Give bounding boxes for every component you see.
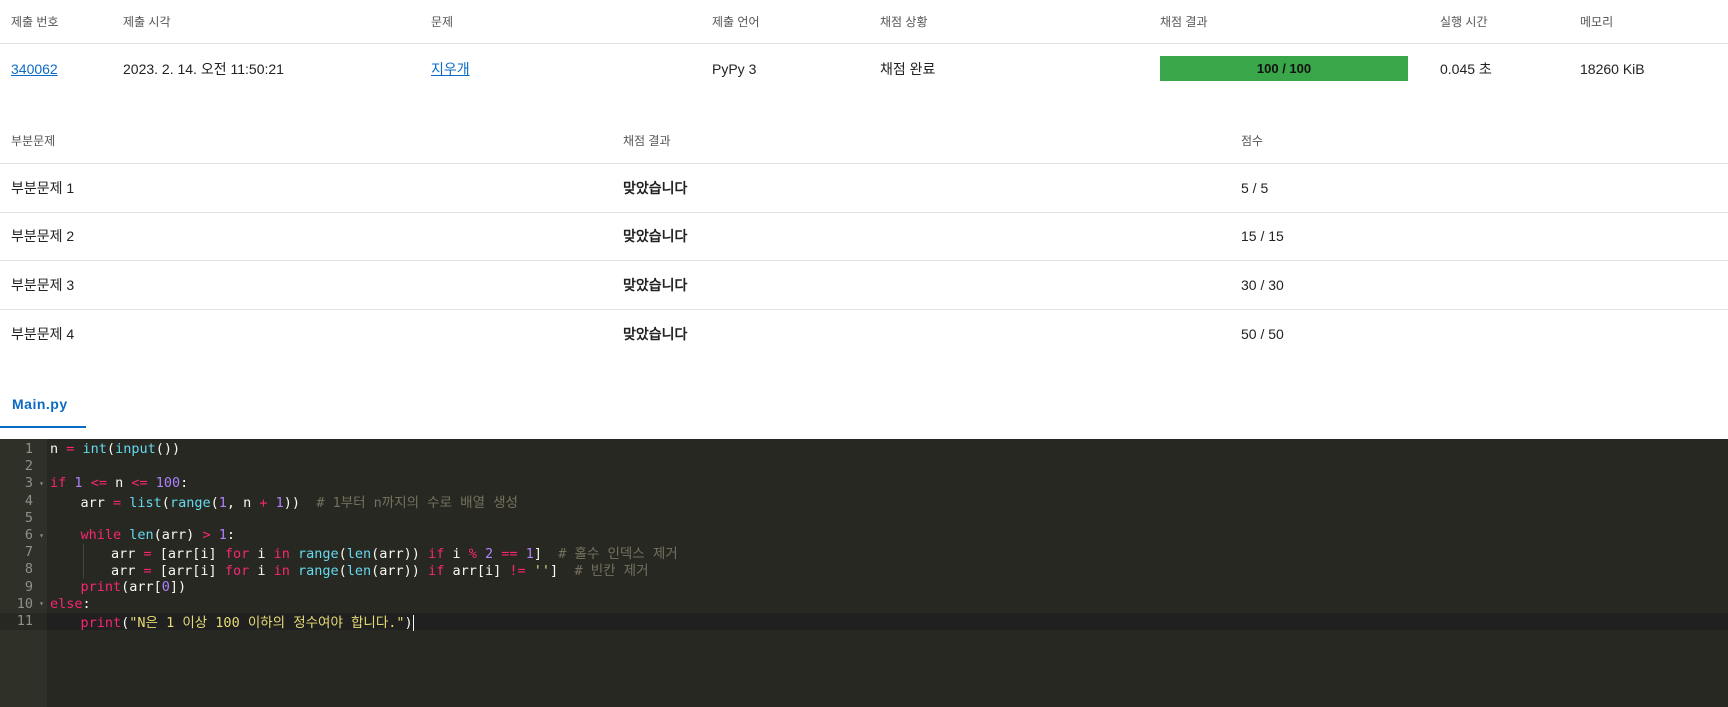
line-number: 9 (24, 578, 33, 595)
code-text: print(arr[0]) (80, 578, 187, 595)
language: PyPy 3 (712, 61, 757, 77)
header-submit-time: 제출 시각 (123, 15, 171, 29)
header-status: 채점 상황 (880, 15, 928, 29)
line-number: 1 (24, 441, 33, 458)
code-text: else: (50, 595, 91, 612)
code-line: 10 ▾ else: (0, 595, 1728, 612)
tab-main-py[interactable]: Main.py (0, 384, 86, 428)
subtask-score: 30 / 30 (1241, 276, 1284, 293)
submission-id-link[interactable]: 340062 (11, 61, 58, 77)
code-line: 8 arr = [arr[i] for i in range(len(arr)) … (0, 560, 1728, 580)
subtask-result: 맞았습니다 (623, 179, 688, 196)
fold-toggle-icon[interactable]: ▾ (39, 531, 44, 540)
subtask-name: 부분문제 3 (11, 276, 75, 293)
line-number: 3 ▾ (24, 475, 44, 492)
result-score-bar: 100 / 100 (1160, 56, 1408, 81)
subtask-row: 부분문제 3 맞았습니다 30 / 30 (0, 261, 1728, 310)
submission-table-header: 제출 번호 제출 시각 문제 제출 언어 채점 상황 채점 결과 실행 시간 메… (0, 0, 1728, 44)
runtime: 0.045 초 (1440, 61, 1492, 77)
subtask-name: 부분문제 2 (11, 228, 75, 245)
subtask-score: 15 / 15 (1241, 228, 1284, 245)
code-text: if 1 <= n <= 100: (50, 475, 189, 492)
line-number: 8 (24, 561, 33, 578)
header-problem: 문제 (431, 15, 454, 29)
line-number: 4 (24, 492, 33, 509)
header-language: 제출 언어 (712, 15, 760, 29)
subtask-score: 5 / 5 (1241, 179, 1269, 196)
line-number: 6 ▾ (24, 527, 44, 544)
code-line: 5 (0, 509, 1728, 526)
subtask-result: 맞았습니다 (623, 228, 688, 245)
code-line: 1 n = int(input()) (0, 441, 1728, 458)
code-line: 6 ▾ while len(arr) > 1: (0, 527, 1728, 544)
line-number: 7 (24, 544, 33, 561)
code-line: 2 (0, 458, 1728, 475)
submission-row: 340062 2023. 2. 14. 오전 11:50:21 지우개 PyPy… (0, 44, 1728, 94)
subtask-table-header: 부분문제 채점 결과 점수 (0, 118, 1728, 164)
header-memory: 메모리 (1580, 15, 1614, 29)
code-editor[interactable]: 1 n = int(input()) 2 3 ▾ if 1 <= n <= 100: 4 ar… (0, 439, 1728, 707)
line-number: 2 (24, 458, 33, 475)
text-cursor (412, 615, 414, 632)
tab-label: Main.py (12, 396, 68, 412)
code-text: n = int(input()) (50, 441, 181, 458)
code-text: print("N은 1 이상 100 이하의 정수여야 합니다.") (80, 615, 414, 632)
code-line: 3 ▾ if 1 <= n <= 100: (0, 475, 1728, 492)
subtask-row: 부분문제 2 맞았습니다 15 / 15 (0, 213, 1728, 261)
line-number: 5 (24, 509, 33, 526)
fold-toggle-icon[interactable]: ▾ (39, 599, 44, 608)
code-line: 11 print("N은 1 이상 100 이하의 정수여야 합니다.") (0, 612, 1728, 632)
code-text: arr = list(range(1, n + 1)) # 1부터 n까지의 수… (80, 494, 518, 511)
line-number: 10 ▾ (16, 595, 44, 612)
header-subtask-score: 점수 (1241, 134, 1264, 148)
memory: 18260 KiB (1580, 61, 1645, 77)
subtask-name: 부분문제 4 (11, 325, 75, 342)
code-line: 9 print(arr[0]) (0, 578, 1728, 595)
header-submission-id: 제출 번호 (11, 15, 59, 29)
header-runtime: 실행 시간 (1440, 15, 1488, 29)
judge-status: 채점 완료 (880, 61, 936, 77)
subtask-name: 부분문제 1 (11, 179, 75, 196)
code-line: 7 arr = [arr[i] for i in range(len(arr)) … (0, 543, 1728, 562)
indent-guide (82, 560, 84, 579)
header-result: 채점 결과 (1160, 15, 1208, 29)
subtask-score: 50 / 50 (1241, 325, 1284, 342)
fold-toggle-icon[interactable]: ▾ (39, 479, 44, 488)
code-text: arr = [arr[i] for i in range(len(arr)) i… (111, 563, 649, 580)
header-subtask-result: 채점 결과 (623, 134, 671, 148)
code-line: 4 arr = list(range(1, n + 1)) # 1부터 n까지의 … (0, 492, 1728, 511)
line-number: 11 (0, 612, 47, 630)
code-text: while len(arr) > 1: (80, 527, 236, 544)
problem-link[interactable]: 지우개 (431, 59, 470, 79)
subtask-result: 맞았습니다 (623, 276, 688, 293)
header-subtask: 부분문제 (11, 134, 56, 148)
subtask-row: 부분문제 1 맞았습니다 5 / 5 (0, 164, 1728, 213)
subtask-result: 맞았습니다 (623, 325, 688, 342)
submit-time: 2023. 2. 14. 오전 11:50:21 (123, 61, 284, 77)
subtask-row: 부분문제 4 맞았습니다 50 / 50 (0, 310, 1728, 359)
subtask-table: 부분문제 채점 결과 점수 부분문제 1 맞았습니다 5 / 5 부분문제 2 … (0, 118, 1728, 358)
indent-guide (82, 543, 84, 561)
